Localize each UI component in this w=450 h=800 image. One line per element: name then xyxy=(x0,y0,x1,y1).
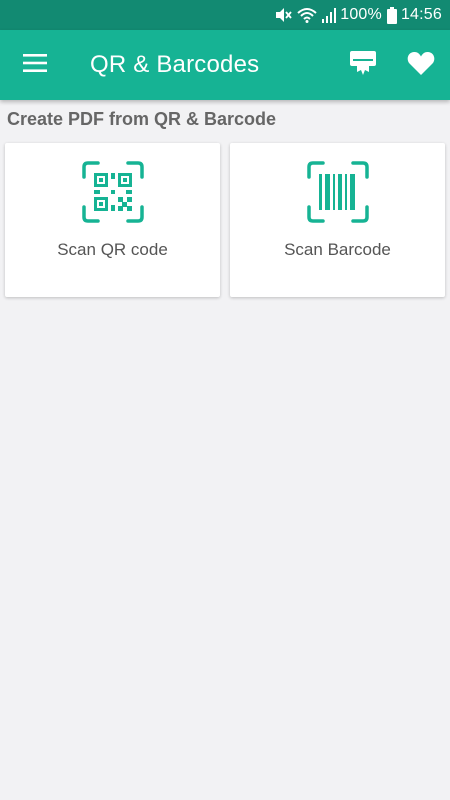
favorite-button[interactable] xyxy=(392,30,450,100)
wifi-icon xyxy=(297,7,317,23)
heart-icon xyxy=(407,50,435,81)
app-bar: QR & Barcodes xyxy=(0,30,450,100)
battery-icon xyxy=(386,6,397,24)
scan-barcode-label: Scan Barcode xyxy=(284,240,391,259)
scan-qr-card[interactable]: Scan QR code xyxy=(5,143,220,297)
signal-icon xyxy=(322,7,337,23)
scan-qr-label: Scan QR code xyxy=(57,240,168,259)
scan-barcode-card[interactable]: Scan Barcode xyxy=(230,143,445,297)
clock: 14:56 xyxy=(400,6,442,23)
app-title: QR & Barcodes xyxy=(90,51,260,78)
qr-code-scan-icon xyxy=(5,161,220,223)
battery-percent: 100% xyxy=(340,6,382,23)
barcode-scan-icon xyxy=(230,161,445,223)
pdf-print-icon xyxy=(349,49,377,82)
section-title: Create PDF from QR & Barcode xyxy=(7,109,277,129)
hamburger-menu-icon xyxy=(23,53,47,77)
menu-button[interactable] xyxy=(0,30,70,100)
status-bar: 100% 14:56 xyxy=(0,0,450,30)
pdf-button[interactable] xyxy=(334,30,392,100)
mute-icon xyxy=(274,7,292,23)
